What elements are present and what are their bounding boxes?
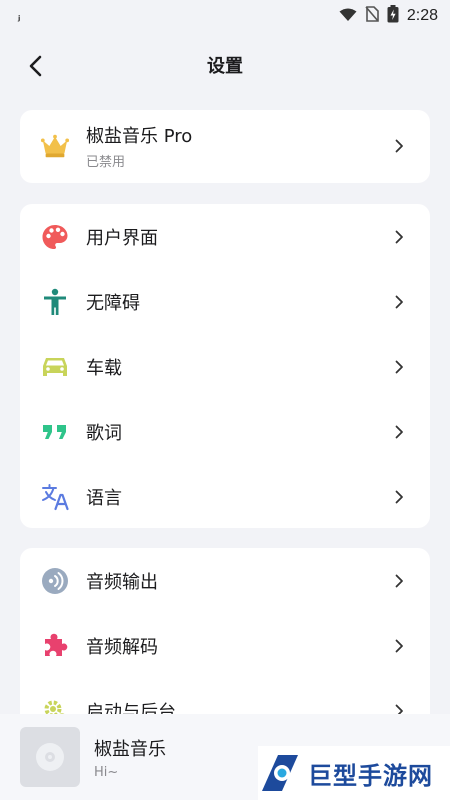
setting-car-mode[interactable]: 车载 xyxy=(20,334,430,399)
setting-audio-output[interactable]: 音频输出 xyxy=(20,548,430,613)
watermark-logo-icon xyxy=(262,755,298,791)
player-texts: 椒盐音乐 Hi~ xyxy=(94,735,166,780)
translate-icon xyxy=(40,482,70,512)
quote-icon xyxy=(40,417,70,447)
setting-label: 用户界面 xyxy=(86,227,158,249)
status-icons: 2:28 xyxy=(339,5,438,27)
setting-lyrics[interactable]: 歌词 xyxy=(20,399,430,464)
song-title: 椒盐音乐 xyxy=(94,738,166,760)
pro-row[interactable]: 椒盐音乐 Pro 已禁用 xyxy=(20,110,430,182)
watermark: 巨型手游网 xyxy=(258,746,450,800)
status-bar: ⱼ 2:28 xyxy=(0,0,450,32)
song-subtitle: Hi~ xyxy=(94,764,119,780)
setting-label: 歌词 xyxy=(86,422,122,444)
disc-icon xyxy=(36,743,64,771)
chevron-right-icon xyxy=(392,639,406,653)
setting-label: 无障碍 xyxy=(86,292,140,314)
chevron-right-icon xyxy=(392,295,406,309)
chevron-right-icon xyxy=(392,139,406,153)
setting-user-interface[interactable]: 用户界面 xyxy=(20,204,430,269)
puzzle-icon xyxy=(40,631,70,661)
crown-icon xyxy=(40,131,70,161)
wifi-icon xyxy=(339,7,357,26)
pro-title: 椒盐音乐 Pro xyxy=(86,126,193,147)
back-button[interactable] xyxy=(22,53,48,79)
accessibility-icon xyxy=(40,287,70,317)
setting-label: 车载 xyxy=(86,357,122,379)
no-sim-icon xyxy=(365,6,379,26)
setting-label: 语言 xyxy=(86,487,122,509)
chevron-right-icon xyxy=(392,425,406,439)
back-arrow-icon xyxy=(29,55,42,77)
setting-audio-decoding[interactable]: 音频解码 xyxy=(20,613,430,678)
pro-card: 椒盐音乐 Pro 已禁用 xyxy=(20,110,430,183)
setting-language[interactable]: 语言 xyxy=(20,464,430,529)
status-indicator: ⱼ xyxy=(18,9,21,23)
page-title: 设置 xyxy=(207,56,243,77)
pro-status: 已禁用 xyxy=(86,155,126,170)
setting-accessibility[interactable]: 无障碍 xyxy=(20,269,430,334)
chevron-right-icon xyxy=(392,490,406,504)
settings-group-2: 音频输出 音频解码 启动与后台 xyxy=(20,548,430,738)
chevron-right-icon xyxy=(392,574,406,588)
chevron-right-icon xyxy=(392,230,406,244)
app-header: 设置 xyxy=(0,40,450,90)
audio-output-icon xyxy=(40,566,70,596)
chevron-right-icon xyxy=(392,360,406,374)
battery-icon xyxy=(387,5,399,27)
settings-group-1: 用户界面 无障碍 车载 歌词 语言 xyxy=(20,204,430,528)
album-cover[interactable] xyxy=(20,727,80,787)
setting-label: 音频输出 xyxy=(86,571,158,593)
clock: 2:28 xyxy=(406,7,438,24)
setting-label: 音频解码 xyxy=(86,636,158,658)
pro-texts: 椒盐音乐 Pro 已禁用 xyxy=(86,122,392,170)
watermark-text: 巨型手游网 xyxy=(308,761,433,790)
car-icon xyxy=(40,352,70,382)
palette-icon xyxy=(40,222,70,252)
